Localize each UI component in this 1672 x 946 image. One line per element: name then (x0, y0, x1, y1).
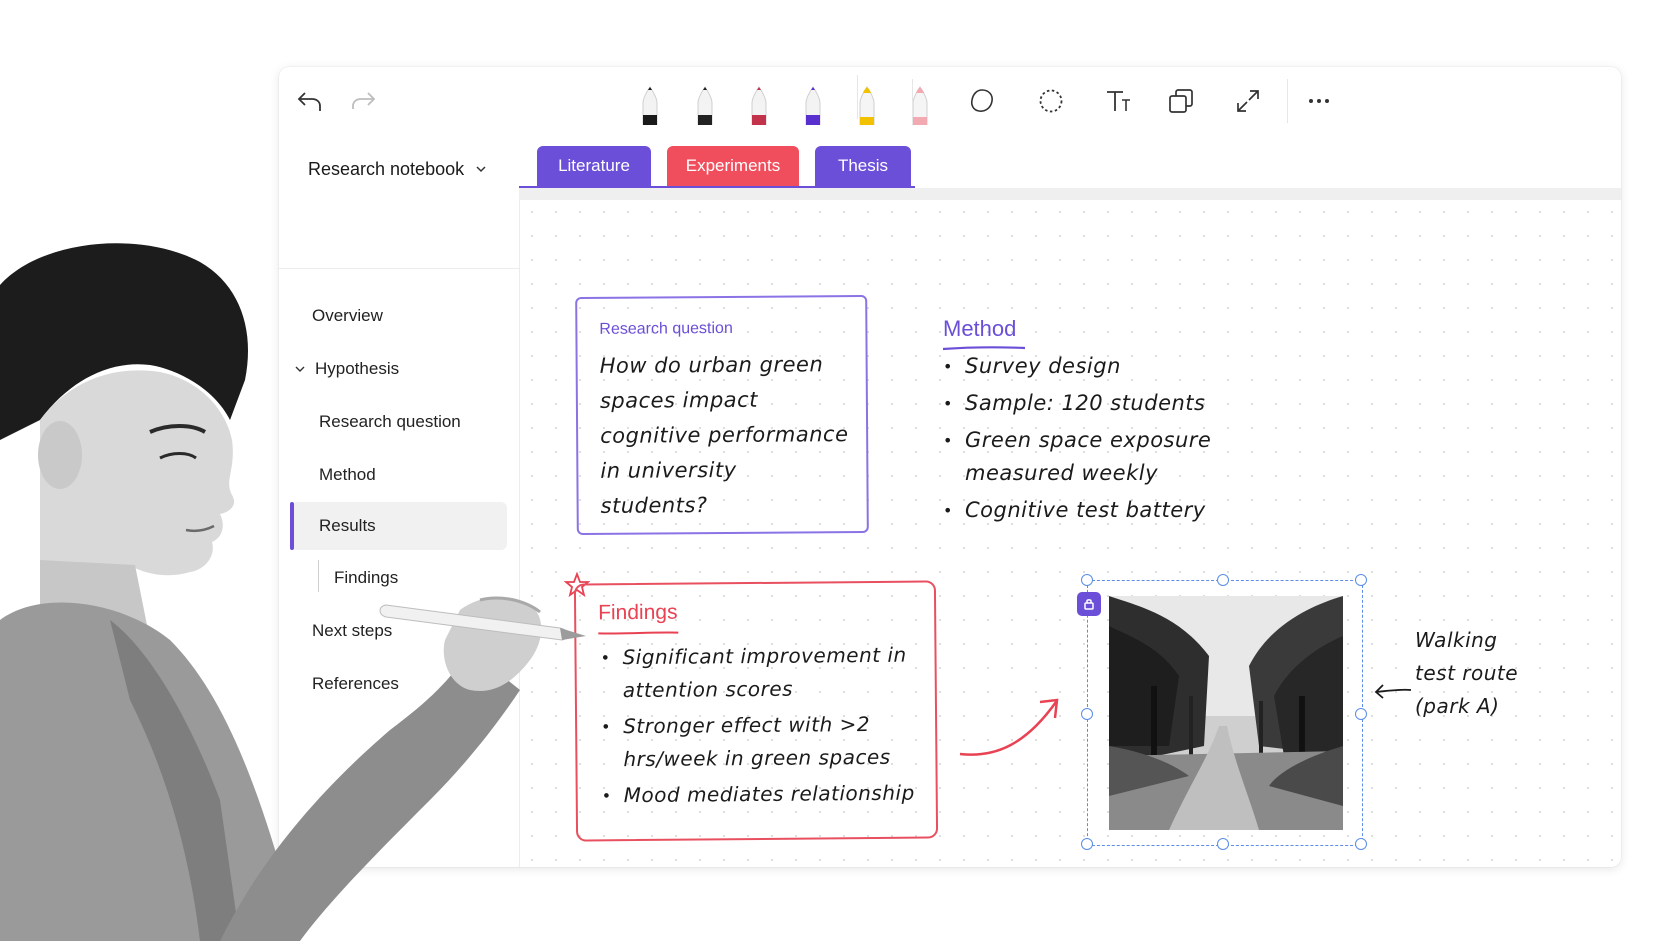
toolbar-divider (912, 79, 913, 123)
pen-red-button[interactable] (741, 81, 777, 126)
more-icon (1309, 99, 1329, 103)
tab-label: Experiments (685, 156, 781, 175)
section-tabs: Literature Experiments Thesis (519, 134, 1621, 194)
list-item: Mood mediates relationship (600, 776, 930, 812)
park-photo[interactable] (1109, 596, 1343, 830)
chevron-down-icon (295, 366, 305, 372)
note-canvas[interactable]: Research question How do urban green spa… (520, 200, 1621, 867)
method-heading: Method (943, 316, 1017, 341)
text-tool-button[interactable] (1098, 81, 1138, 121)
sidebar-item-label: Hypothesis (315, 359, 400, 378)
redo-button[interactable] (344, 81, 384, 121)
pen-dark-icon (697, 86, 713, 126)
sidebar-item-results[interactable]: Results (291, 502, 507, 550)
findings-heading: Findings (598, 600, 678, 625)
resize-handle[interactable] (1355, 708, 1367, 720)
tab-strip (519, 188, 1621, 200)
toolbar (279, 67, 1621, 135)
lasso-tool-button[interactable] (962, 81, 1002, 121)
sidebar-item-method[interactable]: Method (291, 451, 507, 499)
findings-list: Significant improvement in attention sco… (598, 638, 930, 815)
resize-handle[interactable] (1081, 708, 1093, 720)
lasso-icon (970, 89, 993, 112)
sidebar-item-overview[interactable]: Overview (291, 292, 507, 340)
text-icon (1107, 91, 1130, 111)
resize-handle[interactable] (1081, 838, 1093, 850)
dotted-lasso-icon (1039, 89, 1063, 113)
chevron-down-icon (476, 166, 486, 173)
sidebar-item-label: Method (319, 465, 376, 484)
more-options-button[interactable] (1299, 81, 1339, 121)
sidebar-item-findings[interactable]: Findings (291, 554, 507, 602)
sidebar-item-next-steps[interactable]: Next steps (291, 607, 507, 655)
highlighter-pink-button[interactable] (902, 81, 938, 126)
resize-handle[interactable] (1355, 574, 1367, 586)
list-item: Significant improvement in attention sco… (598, 638, 929, 707)
research-question-card[interactable]: Research question How do urban green spa… (575, 294, 869, 536)
notebook-selector[interactable]: Research notebook (308, 134, 508, 204)
highlighter-yellow-icon (859, 86, 875, 126)
shapes-icon (1169, 89, 1193, 113)
redo-arrow-icon (352, 92, 376, 109)
lock-icon (1084, 599, 1094, 610)
highlighter-pink-icon (912, 86, 928, 126)
list-item: Stronger effect with >2 hrs/week in gree… (599, 707, 930, 776)
pen-black-button[interactable] (632, 81, 668, 126)
pen-black-icon (642, 86, 658, 126)
sidebar-item-label: Research question (319, 412, 461, 431)
sidebar-item-label: Next steps (312, 621, 393, 640)
toolbar-divider (1287, 79, 1288, 123)
pen-dark-button[interactable] (687, 81, 723, 126)
resize-handle[interactable] (1217, 574, 1229, 586)
method-list: Survey design Sample: 120 students Green… (943, 350, 1263, 531)
resize-handle[interactable] (1355, 838, 1367, 850)
pen-purple-button[interactable] (795, 81, 831, 126)
findings-card[interactable]: Findings Significant improvement in atte… (573, 580, 939, 842)
undo-arrow-icon (297, 92, 321, 111)
tab-experiments[interactable]: Experiments (667, 146, 799, 186)
findings-underline (598, 631, 679, 635)
shapes-tool-button[interactable] (1161, 81, 1201, 121)
research-question-label: Research question (599, 319, 733, 338)
sidebar-item-research-question[interactable]: Research question (291, 398, 507, 446)
notebook-title: Research notebook (308, 158, 465, 179)
sidebar-item-label: References (312, 674, 399, 693)
image-note: Walking test route (park A) (1415, 628, 1519, 718)
tab-label: Literature (558, 156, 630, 175)
lock-image-button[interactable] (1077, 592, 1101, 616)
tab-label: Thesis (837, 156, 889, 175)
pen-purple-icon (805, 86, 821, 126)
sidebar-item-label: Findings (334, 568, 399, 587)
sidebar-item-references[interactable]: References (291, 660, 507, 708)
sidebar-item-label: Overview (312, 306, 383, 325)
sidebar-item-label: Results (319, 516, 376, 535)
list-item: Survey design (943, 350, 1263, 383)
tab-thesis[interactable]: Thesis (815, 146, 911, 186)
list-item: Cognitive test battery (943, 494, 1263, 527)
research-question-text: How do urban green spaces impact cogniti… (599, 352, 849, 518)
pen-red-icon (751, 86, 767, 126)
list-item: Sample: 120 students (943, 387, 1263, 420)
list-item: Green space exposure measured weekly (943, 424, 1263, 490)
undo-button[interactable] (289, 81, 329, 121)
expand-icon (1237, 90, 1259, 112)
dotted-lasso-button[interactable] (1031, 81, 1071, 121)
highlighter-yellow-button[interactable] (849, 81, 885, 126)
tab-literature[interactable]: Literature (537, 146, 651, 186)
active-indicator (290, 502, 294, 550)
curved-arrow-icon (959, 698, 1059, 756)
sidebar: Research notebook Overview Hypothesis Re… (279, 134, 520, 867)
sidebar-divider (279, 268, 519, 269)
left-arrow-icon (1374, 684, 1412, 699)
resize-handle[interactable] (1081, 574, 1093, 586)
expand-button[interactable] (1228, 81, 1268, 121)
sidebar-item-hypothesis[interactable]: Hypothesis (291, 345, 507, 393)
resize-handle[interactable] (1217, 838, 1229, 850)
notebook-app-window: Research notebook Overview Hypothesis Re… (279, 67, 1621, 867)
